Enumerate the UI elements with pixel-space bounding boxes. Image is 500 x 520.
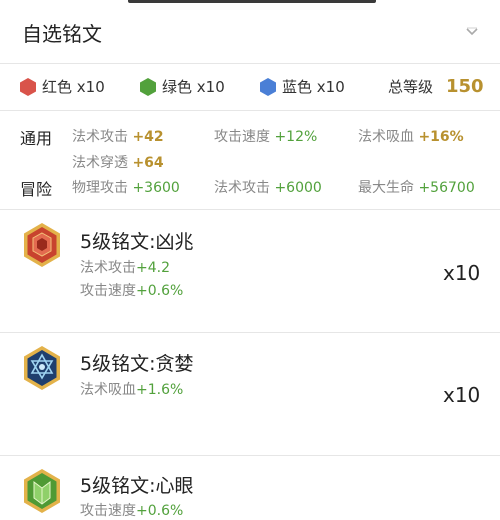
inscription-attr: 法术吸血+1.6% [80,382,184,398]
inscription-attr: 攻击速度+0.6% [80,503,184,519]
inscription-name: 5级铭文:贪婪 [80,353,194,375]
page-title: 自选铭文 [22,22,102,46]
inscription-red-icon [24,223,60,267]
stat-item: 法术吸血 +16% [358,129,464,145]
blue-count: 蓝色 x10 [260,63,345,110]
inscription-count: x10 [443,261,481,285]
stat-item: 法术穿透 +64 [72,155,164,171]
inscription-attr: 法术攻击+4.2 [80,260,170,276]
inscription-card[interactable]: 5级铭文:凶兆 法术攻击+4.2 攻击速度+0.6% x10 [0,210,500,333]
stat-item: 法术攻击 +42 [72,129,164,145]
green-hexagon-icon [140,77,156,96]
blue-hexagon-icon [260,77,276,96]
stat-item: 攻击速度 +12% [214,129,318,145]
total-level-label: 总等级 [388,78,434,96]
inscription-count: x10 [443,383,481,407]
stat-item: 物理攻击 +3600 [72,180,180,196]
blue-count-label: 蓝色 x10 [282,78,345,96]
stat-item: 法术攻击 +6000 [214,180,322,196]
adventure-section-label: 冒险 [20,180,53,199]
general-section-label: 通用 [20,129,53,148]
chevron-down-icon[interactable] [462,24,482,40]
inscription-attr: 攻击速度+0.6% [80,283,184,299]
inscription-name: 5级铭文:凶兆 [80,231,194,253]
red-hexagon-icon [20,77,36,96]
stat-item: 最大生命 +56700 [358,180,475,196]
inscription-name: 5级铭文:心眼 [80,475,194,497]
inscription-card[interactable]: 5级铭文:心眼 攻击速度+0.6% [0,456,500,519]
red-count: 红色 x10 [20,63,105,110]
green-count-label: 绿色 x10 [162,78,225,96]
total-level-value: 150 [446,76,484,97]
color-summary: 红色 x10 绿色 x10 蓝色 x10 总等级 150 [0,63,500,111]
inscription-card[interactable]: 5级铭文:贪婪 法术吸血+1.6% x10 [0,333,500,456]
green-count: 绿色 x10 [140,63,225,110]
header: 自选铭文 [0,0,500,64]
inscription-green-icon [24,469,60,513]
stats-panel: 通用 法术攻击 +42 攻击速度 +12% 法术吸血 +16% 法术穿透 +64… [0,110,500,210]
red-count-label: 红色 x10 [42,78,105,96]
inscription-blue-icon [24,346,60,390]
